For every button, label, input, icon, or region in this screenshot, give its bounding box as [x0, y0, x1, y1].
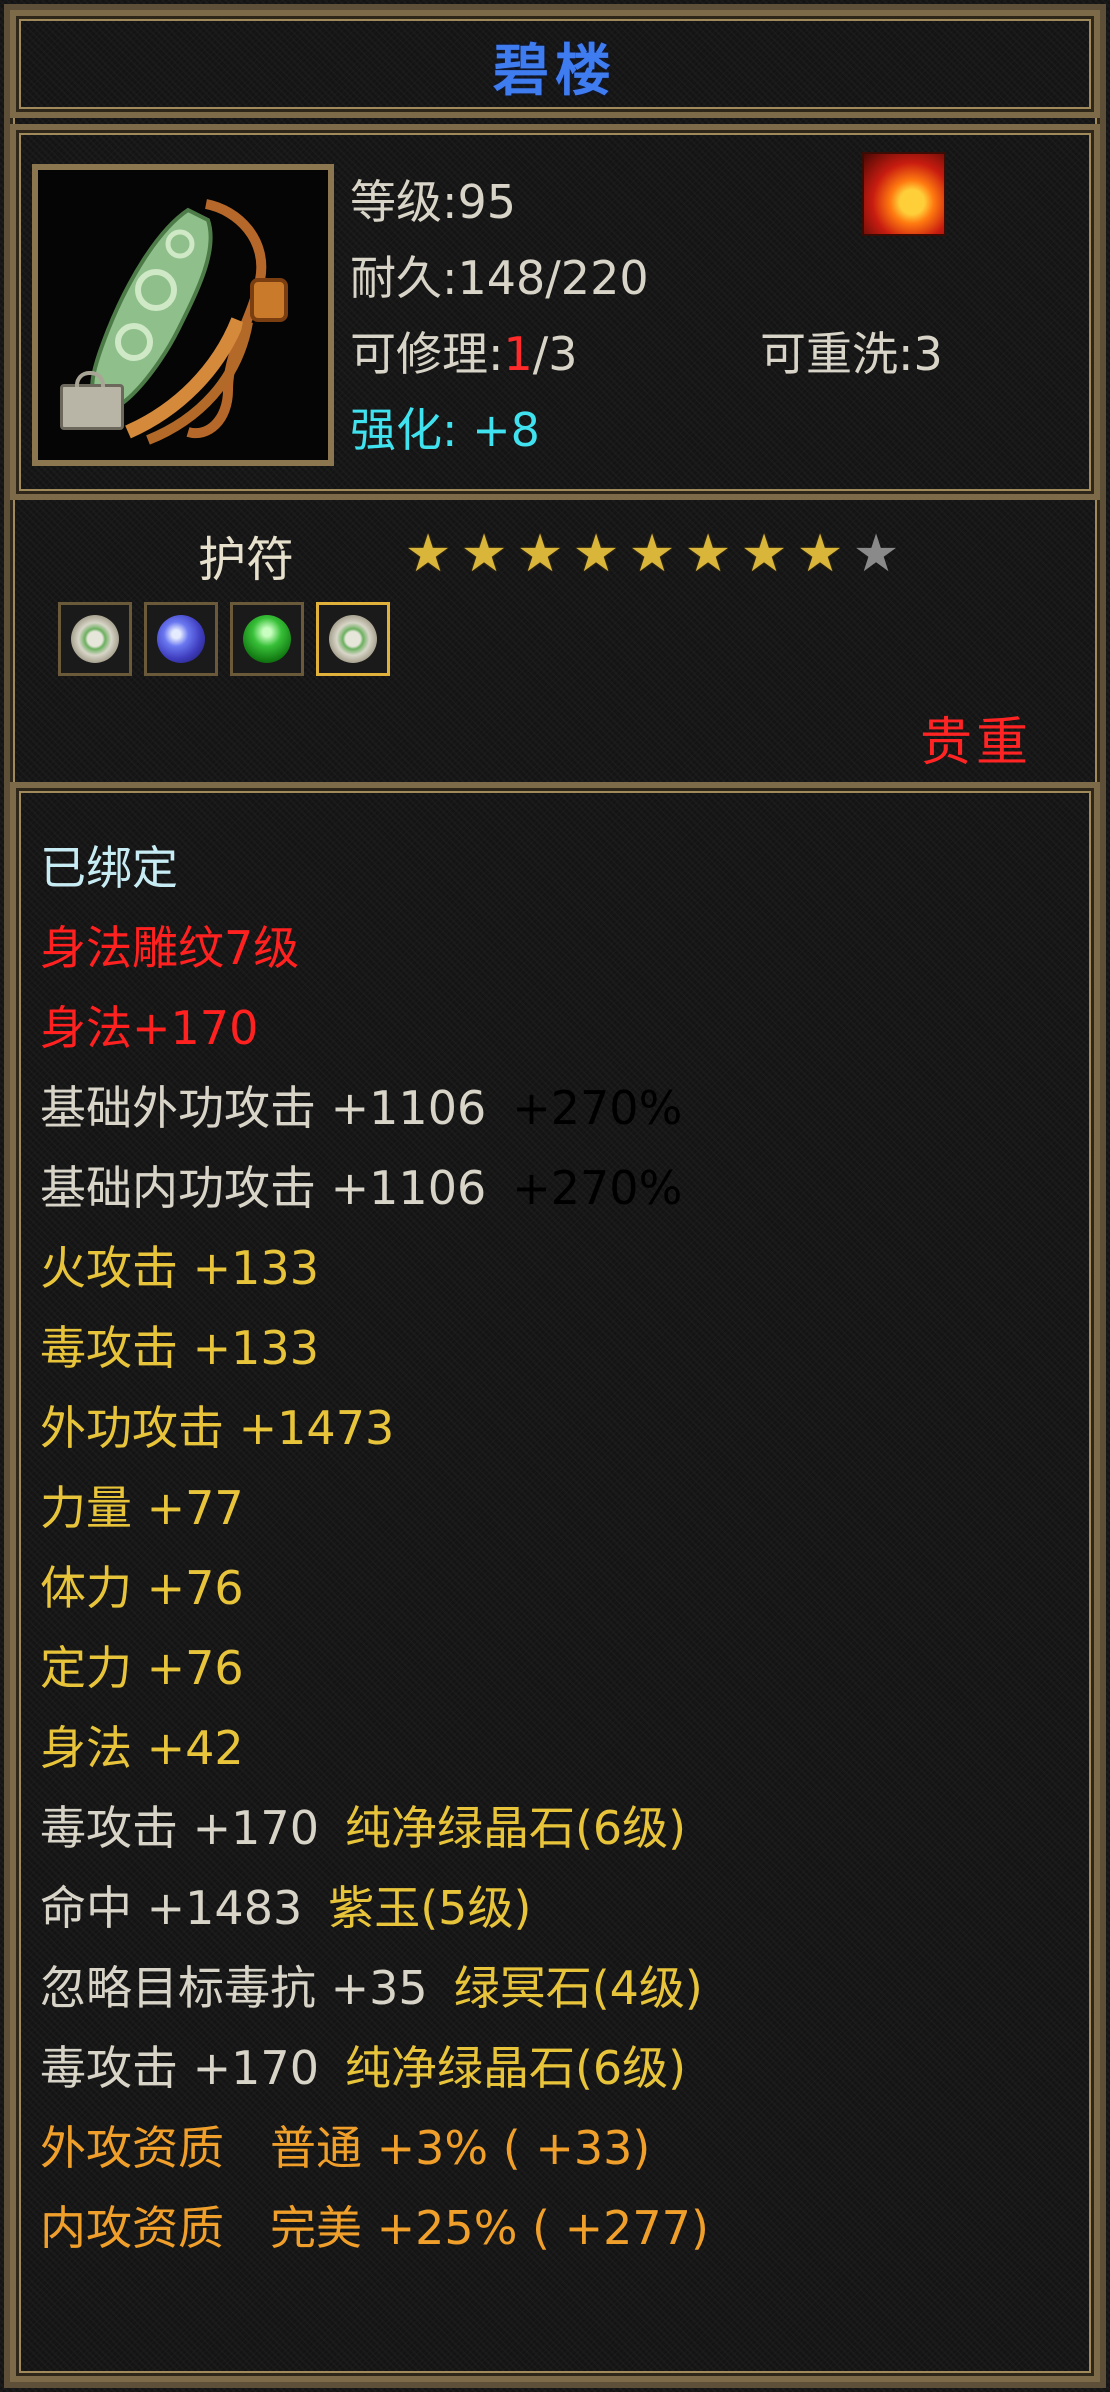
star-filled-icon: ★	[628, 524, 676, 584]
item-name: 碧楼	[493, 39, 617, 104]
attribute-text: 毒攻击 +170	[40, 2041, 319, 2095]
green-gem-icon	[233, 605, 301, 673]
attribute-line: 基础外功攻击 +1106 +270%	[40, 1078, 682, 1138]
star-empty-icon: ★	[852, 524, 900, 584]
gem-slot[interactable]	[316, 602, 390, 676]
star-filled-icon: ★	[460, 524, 508, 584]
lock-icon	[60, 371, 124, 430]
attribute-text: 基础内功攻击 +1106	[40, 1161, 487, 1215]
attribute-text: 毒攻击 +170	[40, 1801, 319, 1855]
attribute-line: 毒攻击 +170 纯净绿晶石(6级)	[40, 1798, 686, 1858]
blue-gem-icon	[157, 615, 205, 663]
attribute-line: 毒攻击 +133	[40, 1318, 319, 1378]
attribute-line: 命中 +1483 紫玉(5级)	[40, 1878, 531, 1938]
enhance-value: +8	[472, 403, 540, 457]
attribute-text: 身法雕纹7级	[40, 921, 300, 975]
attribute-text: 忽略目标毒抗 +35	[40, 1961, 428, 2015]
fire-element-icon[interactable]	[862, 152, 946, 236]
item-enhance: 强化: +8	[350, 394, 540, 460]
attribute-line: 身法+170	[40, 998, 258, 1058]
attribute-line: 基础内功攻击 +1106 +270%	[40, 1158, 682, 1218]
item-tooltip: 碧楼 等级:95 耐久:148/220 可修理:1/3 可重洗:3 强化: +8…	[0, 0, 1110, 2392]
attribute-text: 外功攻击 +1473	[40, 1401, 395, 1455]
attribute-text: 身法 +42	[40, 1721, 244, 1775]
attribute-text: 基础外功攻击 +1106	[40, 1081, 487, 1135]
star-filled-icon: ★	[404, 524, 452, 584]
attribute-line: 火攻击 +133	[40, 1238, 319, 1298]
item-level: 等级:95	[350, 175, 517, 229]
attribute-line: 已绑定	[40, 838, 178, 898]
attribute-line: 外功攻击 +1473	[40, 1398, 394, 1458]
star-filled-icon: ★	[684, 524, 732, 584]
item-durability: 耐久:148/220	[350, 251, 649, 305]
attribute-extra: +270%	[512, 1161, 683, 1215]
star-filled-icon: ★	[516, 524, 564, 584]
gem-sockets	[58, 602, 390, 676]
attribute-text: 体力 +76	[40, 1561, 244, 1615]
repair-suffix: /3	[532, 327, 578, 381]
gem-slot[interactable]	[58, 602, 132, 676]
ring-gem-icon	[71, 615, 119, 663]
attribute-extra: 纯净绿晶石(6级)	[344, 1801, 687, 1855]
amulet-type-label: 护符	[198, 532, 295, 588]
attribute-line: 毒攻击 +170 纯净绿晶石(6级)	[40, 2038, 686, 2098]
star-rating: ★ ★ ★ ★ ★ ★ ★ ★ ★	[402, 528, 902, 580]
ring-gem-icon	[329, 615, 377, 663]
attribute-line: 身法 +42	[40, 1718, 244, 1778]
item-rewash: 可重洗:3	[760, 327, 943, 381]
attribute-text: 身法+170	[40, 1001, 259, 1055]
attribute-text: 力量 +77	[40, 1481, 244, 1535]
attribute-text: 火攻击 +133	[40, 1241, 319, 1295]
attribute-text: 外攻资质 普通 +3% ( +33)	[40, 2121, 651, 2175]
rarity-label: 贵重	[920, 713, 1033, 773]
star-filled-icon: ★	[740, 524, 788, 584]
attribute-extra: 纯净绿晶石(6级)	[344, 2041, 687, 2095]
attribute-line: 内攻资质 完美 +25% ( +277)	[40, 2198, 709, 2258]
attribute-line: 定力 +76	[40, 1638, 244, 1698]
star-filled-icon: ★	[796, 524, 844, 584]
attribute-line: 忽略目标毒抗 +35 绿冥石(4级)	[40, 1958, 703, 2018]
attribute-extra: +270%	[512, 1081, 683, 1135]
attribute-text: 已绑定	[40, 841, 178, 895]
attribute-line: 力量 +77	[40, 1478, 244, 1538]
item-icon-slot[interactable]	[32, 164, 334, 466]
attribute-text: 内攻资质 完美 +25% ( +277)	[40, 2201, 709, 2255]
attribute-text: 命中 +1483	[40, 1881, 303, 1935]
attribute-line: 身法雕纹7级	[40, 918, 299, 978]
attribute-line: 外攻资质 普通 +3% ( +33)	[40, 2118, 650, 2178]
repair-prefix: 可修理:	[350, 327, 504, 381]
attribute-text: 毒攻击 +133	[40, 1321, 319, 1375]
attribute-extra: 紫玉(5级)	[328, 1881, 532, 1935]
attribute-extra: 绿冥石(4级)	[453, 1961, 703, 2015]
star-filled-icon: ★	[572, 524, 620, 584]
attribute-line: 体力 +76	[40, 1558, 244, 1618]
enhance-label: 强化:	[350, 403, 458, 457]
repair-current: 1	[503, 327, 533, 381]
attribute-text: 定力 +76	[40, 1641, 244, 1695]
item-repairable: 可修理:1/3	[350, 318, 578, 384]
gem-slot[interactable]	[230, 602, 304, 676]
gem-slot[interactable]	[144, 602, 218, 676]
